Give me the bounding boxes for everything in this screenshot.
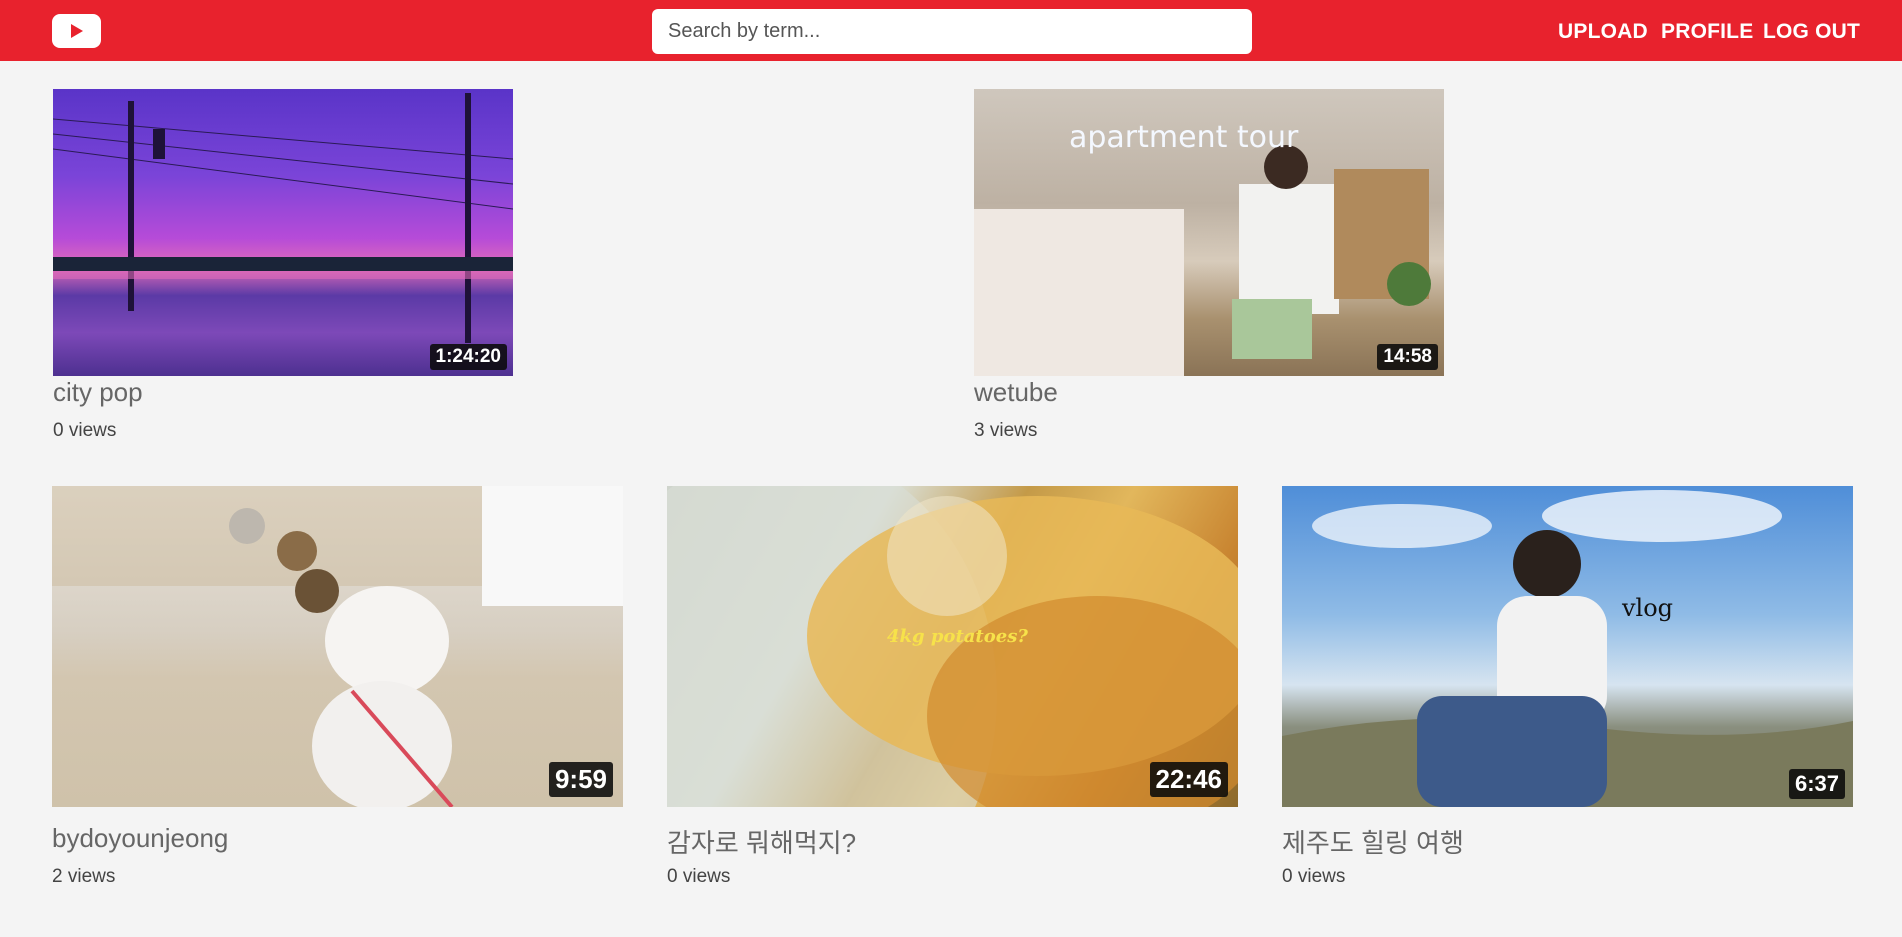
youtube-logo-icon[interactable] xyxy=(52,14,101,48)
potato-dish-scene-illustration: 4kg potatoes? xyxy=(667,486,1238,807)
video-card[interactable]: 1:24:20 city pop 0 views xyxy=(53,89,513,449)
svg-text:vlog: vlog xyxy=(1621,594,1673,622)
svg-text:4kg potatoes?: 4kg potatoes? xyxy=(887,626,1028,647)
apartment-tour-scene-illustration: apartment tour xyxy=(974,120,1431,376)
video-views: 0 views xyxy=(667,866,731,887)
video-card[interactable]: vlog 6:37 제주도 힐링 여행 0 views xyxy=(1282,486,1853,896)
top-header: UPLOAD PROFILE LOG OUT xyxy=(0,0,1902,61)
logout-link[interactable]: LOG OUT xyxy=(1763,20,1860,44)
video-thumbnail[interactable]: vlog 6:37 xyxy=(1282,486,1853,807)
video-thumbnail[interactable]: 9:59 xyxy=(52,486,623,807)
duration-badge: 14:58 xyxy=(1377,344,1438,370)
duration-badge: 22:46 xyxy=(1149,762,1228,797)
duration-badge: 1:24:20 xyxy=(429,344,507,370)
video-title[interactable]: 감자로 뭐해먹지? xyxy=(667,823,856,860)
cats-scene-illustration xyxy=(52,486,623,807)
video-views: 3 views xyxy=(974,420,1038,441)
search-input[interactable] xyxy=(652,9,1252,54)
city-pop-scene-illustration xyxy=(53,93,513,343)
duration-badge: 9:59 xyxy=(548,762,613,797)
video-card[interactable]: 9:59 bydoyounjeong 2 views xyxy=(52,486,623,896)
video-thumbnail[interactable]: 1:24:20 xyxy=(53,89,513,376)
video-views: 2 views xyxy=(52,866,116,887)
video-thumbnail[interactable]: 4kg potatoes? 22:46 xyxy=(667,486,1238,807)
video-card[interactable]: 4kg potatoes? 22:46 감자로 뭐해먹지? 0 views xyxy=(667,486,1238,896)
video-title[interactable]: city pop xyxy=(53,377,143,408)
video-card[interactable]: apartment tour 14:58 wetube 3 views xyxy=(974,89,1444,449)
video-views: 0 views xyxy=(53,420,117,441)
video-title[interactable]: bydoyounjeong xyxy=(52,823,228,854)
video-views: 0 views xyxy=(1282,866,1346,887)
play-icon xyxy=(71,24,83,38)
video-thumbnail[interactable]: apartment tour 14:58 xyxy=(974,89,1444,376)
jeju-vlog-scene-illustration: vlog xyxy=(1282,490,1853,807)
svg-text:apartment tour: apartment tour xyxy=(1069,120,1299,155)
profile-link[interactable]: PROFILE xyxy=(1661,20,1753,44)
video-title[interactable]: wetube xyxy=(974,377,1058,408)
video-title[interactable]: 제주도 힐링 여행 xyxy=(1282,823,1464,860)
upload-link[interactable]: UPLOAD xyxy=(1558,20,1648,44)
duration-badge: 6:37 xyxy=(1788,769,1845,799)
